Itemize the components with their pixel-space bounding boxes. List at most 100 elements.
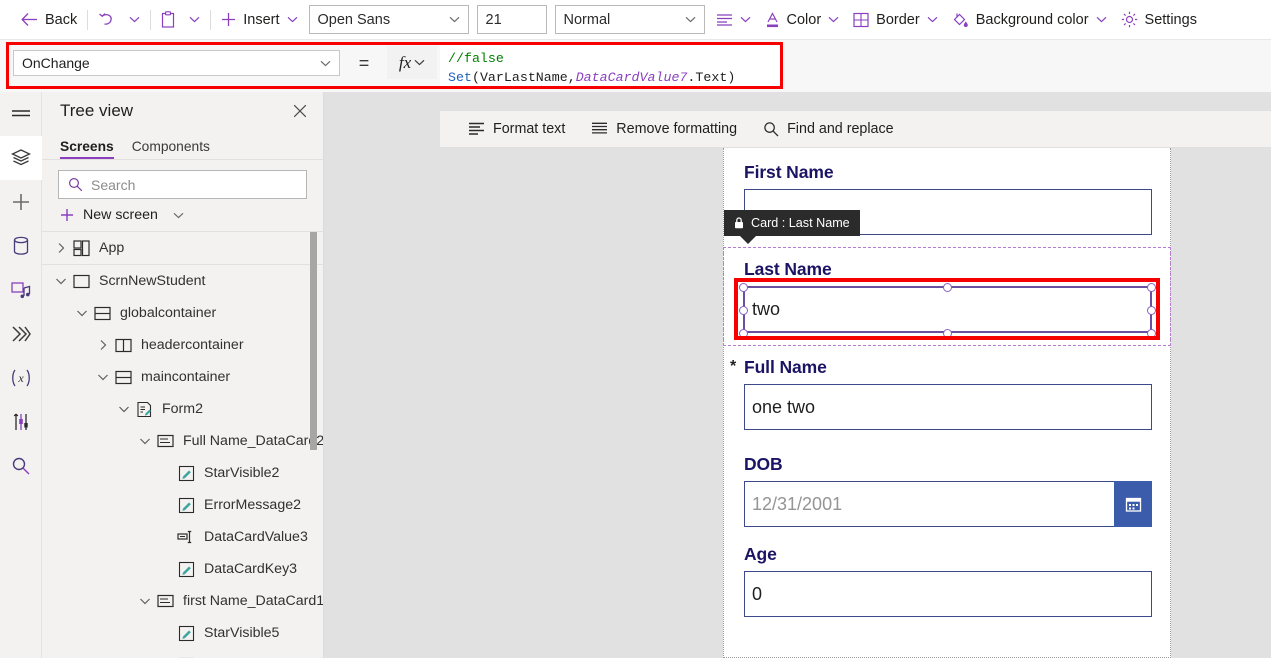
fx-button[interactable]: fx xyxy=(387,46,437,79)
chevron-down-icon xyxy=(1096,16,1107,23)
background-color-button[interactable]: Background color xyxy=(945,5,1114,35)
settings-button[interactable]: Settings xyxy=(1114,5,1204,35)
font-size-input[interactable]: 21 xyxy=(476,5,547,34)
find-and-replace-button[interactable]: Find and replace xyxy=(753,115,904,143)
fx-label: fx xyxy=(398,52,412,72)
calendar-icon[interactable] xyxy=(1114,481,1152,527)
undo-button[interactable] xyxy=(91,5,122,35)
insert-button[interactable]: Insert xyxy=(214,5,304,35)
chevron-down-icon xyxy=(129,16,140,23)
tree-node-maincontainer[interactable]: maincontainer xyxy=(42,361,323,393)
power-automate-icon[interactable] xyxy=(0,312,42,356)
tree-node-app[interactable]: App xyxy=(42,232,323,264)
chevron-right-icon[interactable] xyxy=(52,242,70,254)
tree-node-full-name-datacard2[interactable]: Full Name_DataCard2 xyxy=(42,425,323,457)
back-label: Back xyxy=(45,11,78,28)
resize-handle-nw[interactable] xyxy=(738,282,748,292)
chevron-down-icon xyxy=(828,16,839,23)
tree-node-list: App ScrnNewStudent globalcontainer heade… xyxy=(42,232,323,658)
media-icon[interactable] xyxy=(0,268,42,312)
back-arrow-icon xyxy=(21,12,38,27)
datacard-icon xyxy=(154,434,176,448)
resize-handle-w[interactable] xyxy=(738,305,748,315)
border-button[interactable]: Border xyxy=(846,5,945,35)
tree-node-label: headercontainer xyxy=(141,337,244,353)
equals-sign: = xyxy=(358,52,370,73)
resize-handle-n[interactable] xyxy=(942,282,952,292)
field-age: Age 0 xyxy=(744,544,1152,617)
resize-handle-ne[interactable] xyxy=(1146,282,1156,292)
chevron-down-icon[interactable] xyxy=(52,277,70,286)
dob-input-wrap: 12/31/2001 xyxy=(744,481,1152,527)
color-button[interactable]: Color xyxy=(758,5,847,35)
tree-node-scrnnewstudent[interactable]: ScrnNewStudent xyxy=(42,265,323,297)
advanced-tools-icon[interactable] xyxy=(0,400,42,444)
chevron-down-icon[interactable] xyxy=(136,597,154,606)
tree-node-errormessage5[interactable]: ErrorMessage5 xyxy=(42,649,323,658)
font-family-select[interactable]: Open Sans xyxy=(308,5,469,34)
search-input[interactable]: Search xyxy=(58,170,307,199)
chevron-down-icon xyxy=(449,16,460,23)
tree-node-globalcontainer[interactable]: globalcontainer xyxy=(42,297,323,329)
tree-node-starvisible2[interactable]: StarVisible2 xyxy=(42,457,323,489)
insert-label: Insert xyxy=(243,11,280,28)
undo-dropdown-button[interactable] xyxy=(122,5,147,35)
required-star: * xyxy=(730,358,737,375)
formula-line-2: Set(VarLastName,DataCardValue7.Text) xyxy=(448,68,774,87)
chevron-down-icon[interactable] xyxy=(115,405,133,414)
chevron-down-icon[interactable] xyxy=(94,373,112,382)
format-text-button[interactable]: Format text xyxy=(458,115,575,143)
paste-button[interactable] xyxy=(154,5,182,35)
tree-node-starvisible5[interactable]: StarVisible5 xyxy=(42,617,323,649)
tree-node-label: StarVisible5 xyxy=(204,625,280,641)
chevron-down-icon[interactable] xyxy=(136,437,154,446)
plus-icon xyxy=(60,208,74,222)
tab-components[interactable]: Components xyxy=(132,139,210,159)
insert-icon[interactable] xyxy=(0,180,42,224)
chevron-down-icon xyxy=(414,59,425,66)
tab-screens[interactable]: Screens xyxy=(60,139,114,159)
remove-formatting-button[interactable]: Remove formatting xyxy=(581,115,747,143)
resize-handle-sw[interactable] xyxy=(738,328,748,338)
border-icon xyxy=(853,12,869,28)
resize-handle-s[interactable] xyxy=(942,328,952,338)
divider xyxy=(87,9,89,30)
back-button[interactable]: Back xyxy=(14,5,84,35)
full-name-input[interactable]: one two xyxy=(744,384,1152,430)
left-icon-rail: x xyxy=(0,92,42,658)
tree-node-datacardkey3[interactable]: DataCardKey3 xyxy=(42,553,323,585)
text-align-button[interactable] xyxy=(709,5,758,35)
chevron-right-icon[interactable] xyxy=(94,339,112,351)
variables-icon[interactable]: x xyxy=(0,356,42,400)
card-tooltip: Card : Last Name xyxy=(724,210,860,244)
divider xyxy=(210,9,212,30)
search-icon[interactable] xyxy=(0,444,42,488)
last-name-input[interactable]: two xyxy=(744,286,1152,332)
tree-view-scrollbar[interactable] xyxy=(310,232,317,450)
remove-formatting-label: Remove formatting xyxy=(616,121,738,137)
label-icon xyxy=(175,561,197,578)
tree-view-icon[interactable] xyxy=(0,136,42,180)
chevron-down-icon[interactable] xyxy=(73,309,91,318)
dob-input[interactable]: 12/31/2001 xyxy=(744,481,1152,527)
tree-node-first-name-datacard1[interactable]: first Name_DataCard1 xyxy=(42,585,323,617)
property-select[interactable]: OnChange xyxy=(13,50,340,76)
tree-view-header: Tree view xyxy=(42,92,323,130)
data-icon[interactable] xyxy=(0,224,42,268)
font-weight-select[interactable]: Normal xyxy=(554,5,705,34)
menu-icon[interactable] xyxy=(0,92,42,136)
tree-node-errormessage2[interactable]: ErrorMessage2 xyxy=(42,489,323,521)
close-icon[interactable] xyxy=(287,98,313,124)
formula-input[interactable]: //false Set(VarLastName,DataCardValue7.T… xyxy=(440,45,780,87)
paste-dropdown-button[interactable] xyxy=(182,5,207,35)
tree-node-form2[interactable]: Form2 xyxy=(42,393,323,425)
tree-node-datacardvalue3[interactable]: DataCardValue3 xyxy=(42,521,323,553)
label-icon xyxy=(175,497,197,514)
search-icon xyxy=(763,121,779,137)
resize-handle-se[interactable] xyxy=(1146,328,1156,338)
tree-node-headercontainer[interactable]: headercontainer xyxy=(42,329,323,361)
resize-handle-e[interactable] xyxy=(1146,305,1156,315)
command-bar: Back Insert Open Sans 21 Normal Color Bo… xyxy=(0,0,1271,40)
new-screen-button[interactable]: New screen xyxy=(42,199,323,231)
age-input[interactable]: 0 xyxy=(744,571,1152,617)
